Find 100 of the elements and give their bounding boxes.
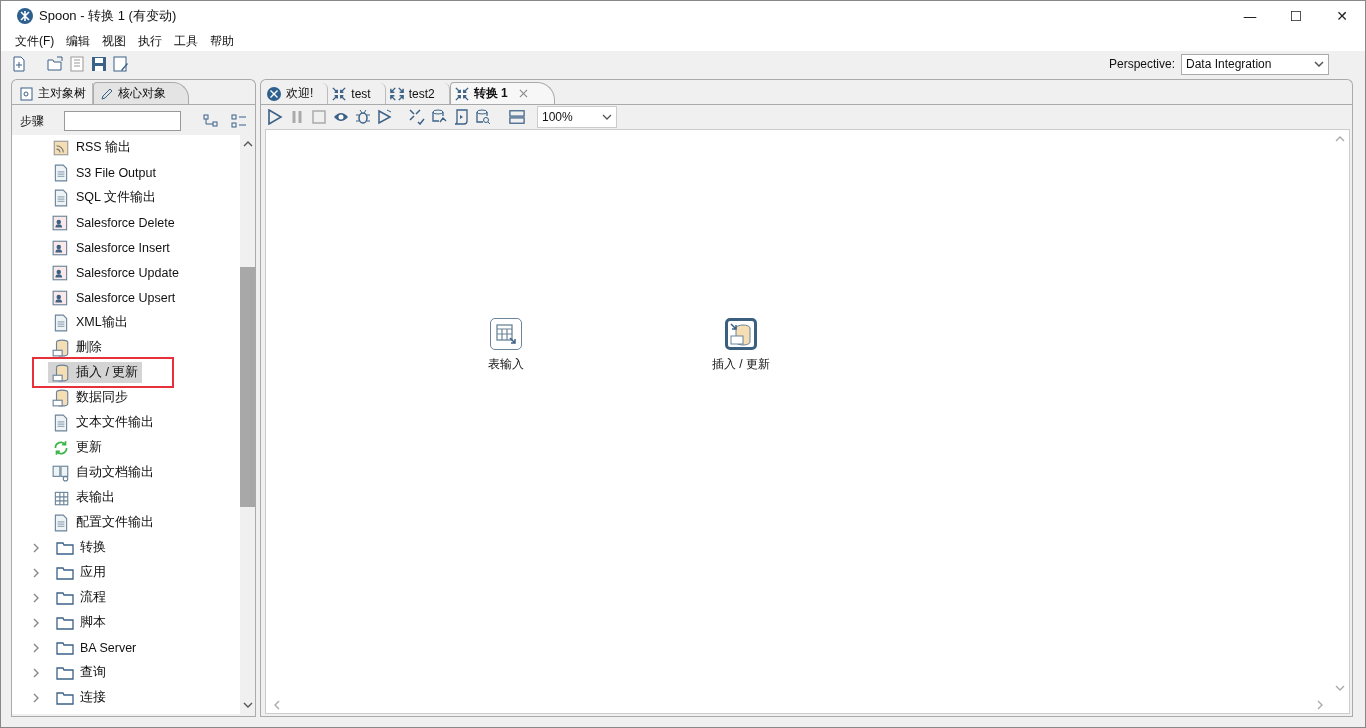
category-item[interactable]: 查询 — [12, 660, 240, 685]
category-item[interactable]: 脚本 — [12, 610, 240, 635]
category-item[interactable]: 应用 — [12, 560, 240, 585]
folder-icon — [56, 590, 74, 605]
chevron-icon[interactable] — [32, 567, 40, 578]
chevron-icon[interactable] — [32, 617, 40, 628]
step-item[interactable]: 表输出 — [48, 487, 119, 508]
spoon-logo-icon — [267, 86, 281, 101]
step-item[interactable]: 插入 / 更新 — [48, 362, 143, 383]
step-item[interactable]: Salesforce Update — [48, 262, 183, 283]
scroll-up-icon[interactable] — [242, 141, 253, 147]
book-icon — [52, 463, 70, 482]
menu-item[interactable]: 视图 — [96, 32, 133, 50]
save-icon[interactable] — [91, 56, 107, 72]
pencil-icon — [100, 86, 114, 101]
replay-icon[interactable] — [377, 109, 393, 125]
document-icon — [52, 313, 70, 332]
perspective-label: Perspective: — [1108, 57, 1175, 71]
step-item[interactable]: 自动文档输出 — [48, 462, 158, 483]
step-item[interactable]: Salesforce Insert — [48, 237, 174, 258]
editor-tab[interactable]: test2 — [385, 83, 450, 104]
step-item[interactable]: Salesforce Delete — [48, 212, 179, 233]
new-file-icon[interactable] — [11, 56, 27, 72]
person-card-icon — [52, 288, 70, 307]
document-icon — [52, 163, 70, 182]
category-item[interactable]: 流程 — [12, 585, 240, 610]
collapse-icon[interactable] — [203, 113, 219, 129]
menu-item[interactable]: 帮助 — [204, 32, 241, 50]
editor-tab[interactable]: 转换 1 — [449, 82, 555, 104]
chevron-icon[interactable] — [32, 592, 40, 603]
script-icon[interactable] — [453, 109, 469, 125]
folder-icon — [56, 540, 74, 555]
arrows-inward-icon — [454, 86, 469, 101]
grid-layout-icon[interactable] — [509, 109, 525, 125]
step-item[interactable]: Salesforce Upsert — [48, 287, 180, 308]
window-control-button[interactable]: ☐ — [1273, 1, 1319, 31]
step-item[interactable]: S3 File Output — [48, 162, 160, 183]
category-item[interactable]: 连接 — [12, 685, 240, 710]
close-icon[interactable] — [518, 89, 528, 98]
chevron-icon[interactable] — [32, 642, 40, 653]
window-control-button[interactable]: — — [1227, 1, 1273, 31]
menu-item[interactable]: 工具 — [168, 32, 205, 50]
open-folder-icon[interactable] — [47, 56, 63, 72]
caret-icon — [1314, 61, 1324, 67]
verify-icon[interactable] — [409, 109, 425, 125]
steps-search-field[interactable] — [64, 111, 181, 131]
step-item[interactable]: RSS 输出 — [48, 137, 136, 158]
step-node-label: 表输入 — [488, 356, 524, 373]
panel-tab[interactable]: 核心对象 — [93, 82, 189, 104]
folder-icon — [56, 665, 74, 680]
document-search-icon — [20, 86, 34, 101]
folder-icon — [56, 640, 74, 655]
step-node-icon[interactable] — [725, 318, 757, 350]
scroll-left-icon[interactable] — [274, 700, 280, 710]
menu-item[interactable]: 文件(F) — [9, 32, 61, 50]
chevron-icon[interactable] — [32, 542, 40, 553]
person-card-icon — [52, 238, 70, 257]
step-item[interactable]: 更新 — [48, 437, 106, 458]
perspective-dropdown[interactable]: Data Integration — [1181, 53, 1329, 75]
category-item[interactable]: 转换 — [12, 535, 240, 560]
zoom-dropdown[interactable]: 100% — [537, 106, 617, 128]
menu-item[interactable]: 执行 — [132, 32, 169, 50]
rss-icon — [52, 138, 70, 157]
step-item[interactable]: 配置文件输出 — [48, 512, 158, 533]
document-icon — [52, 513, 70, 532]
run-icon[interactable] — [267, 109, 283, 125]
expand-list-icon[interactable] — [231, 113, 247, 129]
debug-bug-icon[interactable] — [355, 109, 371, 125]
window-control-button[interactable]: ✕ — [1319, 1, 1365, 31]
explore-db-icon[interactable] — [475, 109, 491, 125]
steps-label: 步骤 — [20, 112, 44, 130]
chevron-icon[interactable] — [32, 667, 40, 678]
step-item[interactable]: 删除 — [48, 337, 106, 358]
step-node-label: 插入 / 更新 — [712, 356, 770, 373]
chevron-icon[interactable] — [32, 692, 40, 703]
step-item[interactable]: SQL 文件输出 — [48, 187, 161, 208]
database-icon — [52, 363, 70, 382]
arrows-outward-icon — [389, 86, 404, 101]
person-card-icon — [52, 213, 70, 232]
step-node-icon[interactable] — [490, 318, 522, 350]
step-item[interactable]: XML输出 — [48, 312, 132, 333]
save-as-icon[interactable] — [113, 56, 129, 72]
editor-tab[interactable]: 欢迎! — [263, 83, 329, 104]
database-icon — [52, 338, 70, 357]
arrows-inward-icon — [332, 86, 347, 101]
scroll-down-icon[interactable] — [242, 702, 253, 708]
step-item[interactable]: 数据同步 — [48, 387, 132, 408]
category-item[interactable]: BA Server — [12, 635, 240, 660]
menu-item[interactable]: 编辑 — [60, 32, 97, 50]
step-item[interactable]: 文本文件输出 — [48, 412, 158, 433]
spoon-logo-icon — [17, 8, 33, 24]
folder-icon — [56, 690, 74, 705]
editor-tab[interactable]: test — [328, 83, 386, 104]
impact-icon[interactable] — [431, 109, 447, 125]
document-icon — [52, 188, 70, 207]
folder-icon — [56, 565, 74, 580]
scroll-right-icon[interactable] — [1317, 700, 1323, 710]
window-title: Spoon - 转换 1 (有变动) — [39, 7, 177, 25]
caret-icon — [602, 114, 612, 120]
database-icon — [52, 388, 70, 407]
